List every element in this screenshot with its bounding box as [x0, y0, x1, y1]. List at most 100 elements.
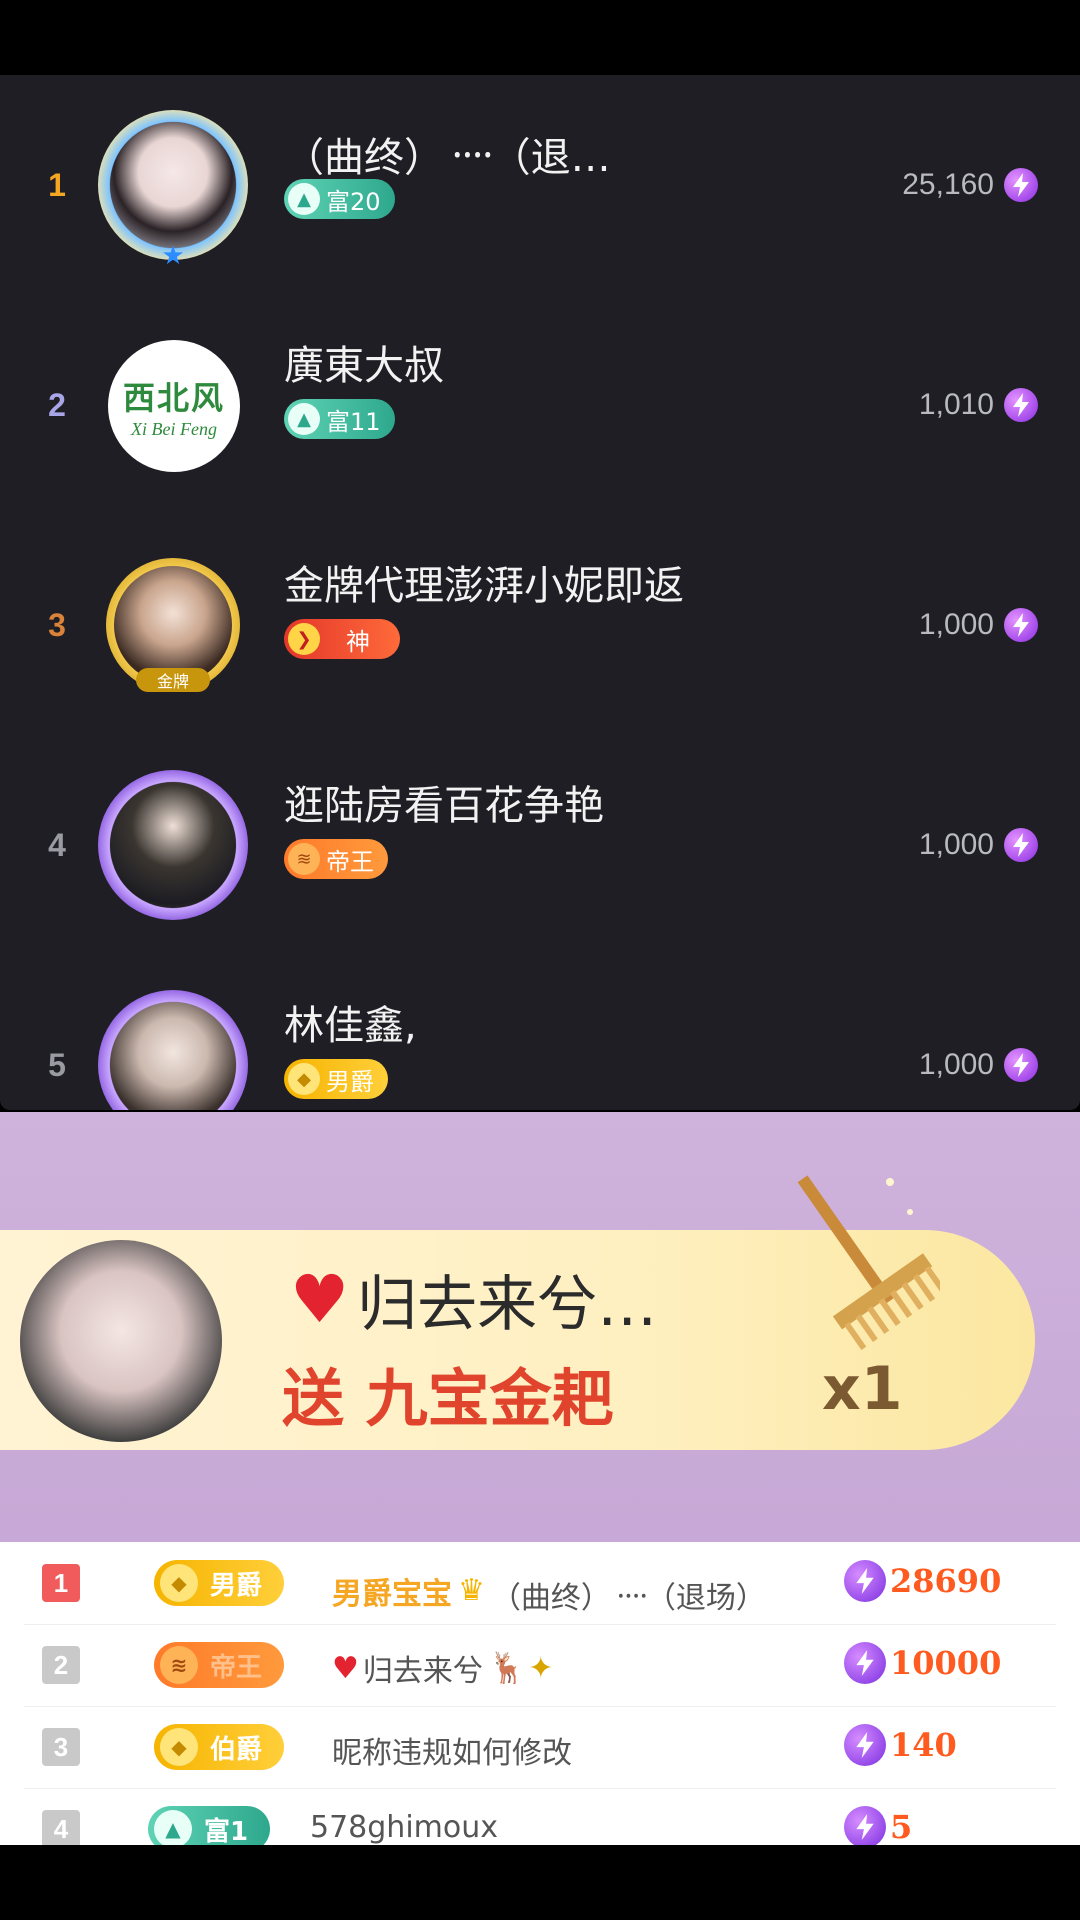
level-badge: ≋ 帝王: [154, 1642, 285, 1688]
level-badge: ▲ 富20: [284, 179, 395, 219]
gift-sender-label: 归去来兮…: [357, 1270, 658, 1340]
badge-label: 男爵: [210, 1570, 263, 1601]
gift-banner-area: ♥ 归去来兮… 送 九宝金耙 x1: [0, 1112, 1080, 1542]
deer-icon: 🦌: [488, 1650, 527, 1686]
avatar[interactable]: [98, 770, 248, 920]
gift-sender-name: ♥ 归去来兮…: [290, 1256, 657, 1343]
level-badge: ▲ 富11: [284, 399, 395, 439]
badge-label: 富1: [204, 1816, 249, 1847]
badge-label: 帝王: [210, 1652, 263, 1683]
contributor-list: 1 ◆ 男爵 男爵宝宝 ♛ （曲终）᠁（退场） 28690 2 ≋ 帝王 ♥ 归…: [0, 1542, 1080, 1852]
diamond-icon: ◆: [160, 1728, 198, 1766]
contribution-score: 10000: [844, 1642, 1001, 1684]
ranking-panel: 1 ★ （曲终）᠁（退… ▲ 富20 25,160 2 西北风 Xi Bei F…: [0, 75, 1080, 1110]
triangle-icon: ▲: [154, 1810, 192, 1848]
badge-label: 神: [346, 627, 370, 656]
avatar[interactable]: 西北风 Xi Bei Feng: [98, 330, 248, 480]
rake-icon: [770, 1152, 947, 1352]
rank-row-4[interactable]: 4 逛陆房看百花争艳 ≋ 帝王 1,000: [0, 735, 1080, 955]
score: 25,160: [902, 168, 994, 201]
lightning-icon: [844, 1560, 886, 1602]
avatar-image: [110, 122, 236, 248]
gift-text: 送 九宝金耙: [282, 1348, 614, 1438]
crown-icon: ♛: [458, 1573, 485, 1608]
wheat-icon: ≋: [160, 1646, 198, 1684]
score: 1,000: [918, 828, 994, 861]
gift-count: x1: [822, 1354, 903, 1424]
rank-row-5[interactable]: 5 林佳鑫, ◆ 男爵 1,000: [0, 955, 1080, 1110]
rank-number: 5: [48, 1046, 66, 1083]
lightning-icon: [844, 1806, 886, 1848]
triangle-icon: ▲: [288, 403, 320, 435]
avatar-subtext: Xi Bei Feng: [131, 418, 217, 439]
contributor-name: 578ghimoux: [310, 1810, 498, 1845]
rank-row-2[interactable]: 2 西北风 Xi Bei Feng 廣東大叔 ▲ 富11 1,010: [0, 295, 1080, 515]
score-value: 140: [890, 1726, 957, 1764]
avatar-image: [110, 782, 236, 908]
shield-icon: ❯: [288, 623, 320, 655]
name-highlight: 男爵宝宝: [332, 1576, 452, 1612]
diamond-icon: ◆: [160, 1564, 198, 1602]
bottom-bar-area: [0, 1845, 1080, 1920]
level-badge: ≋ 帝王: [284, 839, 388, 879]
score-value: 5: [890, 1808, 913, 1846]
rank-number: 1: [48, 166, 66, 203]
avatar[interactable]: ★: [98, 110, 248, 270]
user-name: （曲终）᠁（退…: [284, 135, 611, 181]
contributor-row-1[interactable]: 1 ◆ 男爵 男爵宝宝 ♛ （曲终）᠁（退场） 28690: [24, 1542, 1056, 1625]
badge-label: 富11: [326, 407, 381, 436]
avatar-image: 西北风 Xi Bei Feng: [108, 340, 240, 472]
rank-number: 2: [42, 1646, 80, 1684]
contributor-row-3[interactable]: 3 ◆ 伯爵 昵称违规如何修改 140: [24, 1706, 1056, 1789]
badge-label: 富20: [326, 187, 381, 216]
contribution-score: 5: [844, 1806, 912, 1848]
rank-row-3[interactable]: 3 金牌 金牌代理澎湃小妮即返 ❯ 神 1,000: [0, 515, 1080, 735]
score-value: 10000: [890, 1644, 1002, 1682]
avatar[interactable]: [98, 990, 248, 1110]
send-label: 送: [282, 1362, 345, 1435]
gift-name: 九宝金耙: [365, 1362, 614, 1435]
user-name: 逛陆房看百花争艳: [284, 783, 604, 829]
gold-tag: 金牌: [136, 668, 210, 692]
score-value: 28690: [890, 1562, 1002, 1600]
rank-number: 4: [48, 826, 66, 863]
rank-number: 3: [48, 606, 66, 643]
lightning-icon: [1004, 388, 1038, 422]
rank-number: 2: [48, 386, 66, 423]
contribution-score: 28690: [844, 1560, 1001, 1602]
contributor-name: ♥ 归去来兮 🦌 ✦: [332, 1646, 553, 1690]
lightning-icon: [1004, 168, 1038, 202]
level-badge: ◆ 男爵: [154, 1560, 285, 1606]
badge-label: 男爵: [326, 1067, 374, 1096]
avatar[interactable]: 金牌: [98, 550, 248, 700]
level-badge: ❯ 神: [284, 619, 400, 659]
wheat-icon: ≋: [288, 843, 320, 875]
contributor-name: 昵称违规如何修改: [332, 1736, 572, 1771]
contributor-name: 男爵宝宝 ♛ （曲终）᠁（退场）: [332, 1564, 766, 1617]
user-name: 金牌代理澎湃小妮即返: [284, 563, 684, 609]
gift-sender-avatar[interactable]: [20, 1240, 222, 1442]
level-badge: ◆ 男爵: [284, 1059, 388, 1099]
name-label: 归去来兮: [362, 1654, 483, 1689]
score: 1,000: [918, 1048, 994, 1081]
badge-label: 帝王: [326, 847, 374, 876]
rank-number: 3: [42, 1728, 80, 1766]
contribution-score: 140: [844, 1724, 957, 1766]
lightning-icon: [1004, 828, 1038, 862]
score: 1,000: [918, 608, 994, 641]
user-name: 林佳鑫,: [284, 1003, 417, 1049]
status-bar-area: [0, 0, 1080, 75]
diamond-icon: ◆: [288, 1063, 320, 1095]
lightning-icon: [844, 1724, 886, 1766]
avatar-image: [114, 566, 232, 684]
rank-row-1[interactable]: 1 ★ （曲终）᠁（退… ▲ 富20 25,160: [0, 75, 1080, 295]
rank-number: 1: [42, 1564, 80, 1602]
heart-icon: ♥: [332, 1650, 359, 1686]
name-label: （曲终）᠁（退场）: [490, 1581, 766, 1616]
user-name: 廣東大叔: [284, 343, 444, 389]
star-icon: ★: [161, 241, 185, 271]
triangle-icon: ▲: [288, 183, 320, 215]
contributor-row-2[interactable]: 2 ≋ 帝王 ♥ 归去来兮 🦌 ✦ 10000: [24, 1624, 1056, 1707]
heart-icon: ♥: [290, 1261, 350, 1338]
lightning-icon: [1004, 1048, 1038, 1082]
